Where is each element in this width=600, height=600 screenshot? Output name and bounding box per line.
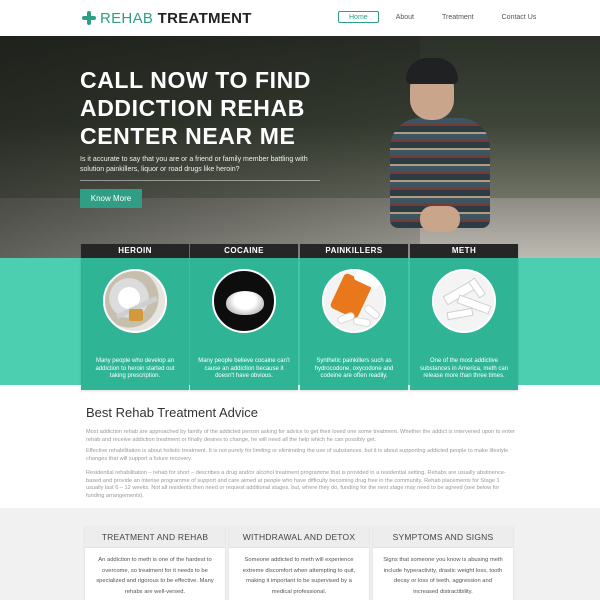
drug-card-text: Many people who develop an addiction to … — [95, 358, 175, 379]
info-card-treatment[interactable]: TREATMENT AND REHAB An addiction to meth… — [85, 526, 225, 600]
info-card-text: Someone addicted to meth will experience… — [242, 557, 356, 595]
heroin-image — [103, 269, 167, 333]
drug-card-painkillers[interactable]: PAINKILLERS Synthetic painkillers such a… — [300, 244, 408, 390]
drug-card-meth[interactable]: METH One of the most addictive substance… — [410, 244, 518, 390]
info-card-text: An addiction to meth is one of the harde… — [96, 557, 214, 595]
know-more-button[interactable]: Know More — [80, 189, 142, 208]
drug-card-text: Many people believe cocaine can't cause … — [198, 358, 290, 379]
advice-title: Best Rehab Treatment Advice — [86, 405, 258, 420]
hero-banner: CALL NOW TO FIND ADDICTION REHAB CENTER … — [0, 36, 600, 258]
meth-image — [432, 269, 496, 333]
logo-text-light: REHAB — [100, 9, 154, 27]
info-card-title: TREATMENT AND REHAB — [85, 526, 225, 548]
info-card-title: SYMPTOMS AND SIGNS — [373, 526, 513, 548]
advice-paragraph-2: Effective rehabilitation is about holist… — [86, 448, 509, 462]
drug-card-text: One of the most addictive substances in … — [419, 358, 509, 379]
advice-paragraph-3: Residential rehabilitation – rehab for s… — [86, 470, 506, 499]
hero-divider — [80, 180, 320, 181]
advice-paragraph-1: Most addiction rehab are approached by f… — [86, 429, 515, 443]
hero-title-line-1: CALL NOW TO FIND — [80, 67, 312, 93]
nav-about[interactable]: About — [385, 11, 425, 23]
drug-cards: HEROIN Many people who develop an addict… — [0, 244, 600, 390]
logo-text-bold: TREATMENT — [157, 9, 252, 27]
logo-cross-icon — [82, 11, 96, 25]
drug-card-title: COCAINE — [190, 244, 298, 258]
cocaine-image — [212, 269, 276, 333]
drug-card-title: HEROIN — [81, 244, 189, 258]
hero-title-line-2: ADDICTION REHAB — [80, 95, 305, 121]
hero-title-line-3: CENTER NEAR ME — [80, 123, 296, 149]
painkillers-image — [322, 269, 386, 333]
info-card-title: WITHDRAWAL AND DETOX — [229, 526, 369, 548]
drug-card-text: Synthetic painkillers such as hydrocodon… — [314, 358, 394, 379]
drug-card-cocaine[interactable]: COCAINE Many people believe cocaine can'… — [190, 244, 298, 390]
main-nav: Home About Treatment Contact Us — [338, 11, 553, 23]
hero-subtitle: Is it accurate to say that you are or a … — [80, 156, 308, 173]
drug-card-title: METH — [410, 244, 518, 258]
nav-contact[interactable]: Contact Us — [491, 11, 548, 23]
hero-person-image — [380, 56, 510, 256]
hero-title: CALL NOW TO FIND ADDICTION REHAB CENTER … — [80, 66, 380, 150]
drug-card-heroin[interactable]: HEROIN Many people who develop an addict… — [81, 244, 189, 390]
nav-treatment[interactable]: Treatment — [431, 11, 485, 23]
info-card-symptoms[interactable]: SYMPTOMS AND SIGNS Signs that someone yo… — [373, 526, 513, 600]
info-card-text: Signs that someone you know is abusing m… — [383, 557, 503, 595]
site-logo[interactable]: REHAB TREATMENT — [82, 8, 252, 28]
drug-card-title: PAINKILLERS — [300, 244, 408, 258]
info-card-withdrawal[interactable]: WITHDRAWAL AND DETOX Someone addicted to… — [229, 526, 369, 600]
logo-text: REHAB TREATMENT — [100, 10, 252, 27]
site-header: REHAB TREATMENT Home About Treatment Con… — [0, 0, 600, 36]
nav-home[interactable]: Home — [338, 11, 379, 23]
